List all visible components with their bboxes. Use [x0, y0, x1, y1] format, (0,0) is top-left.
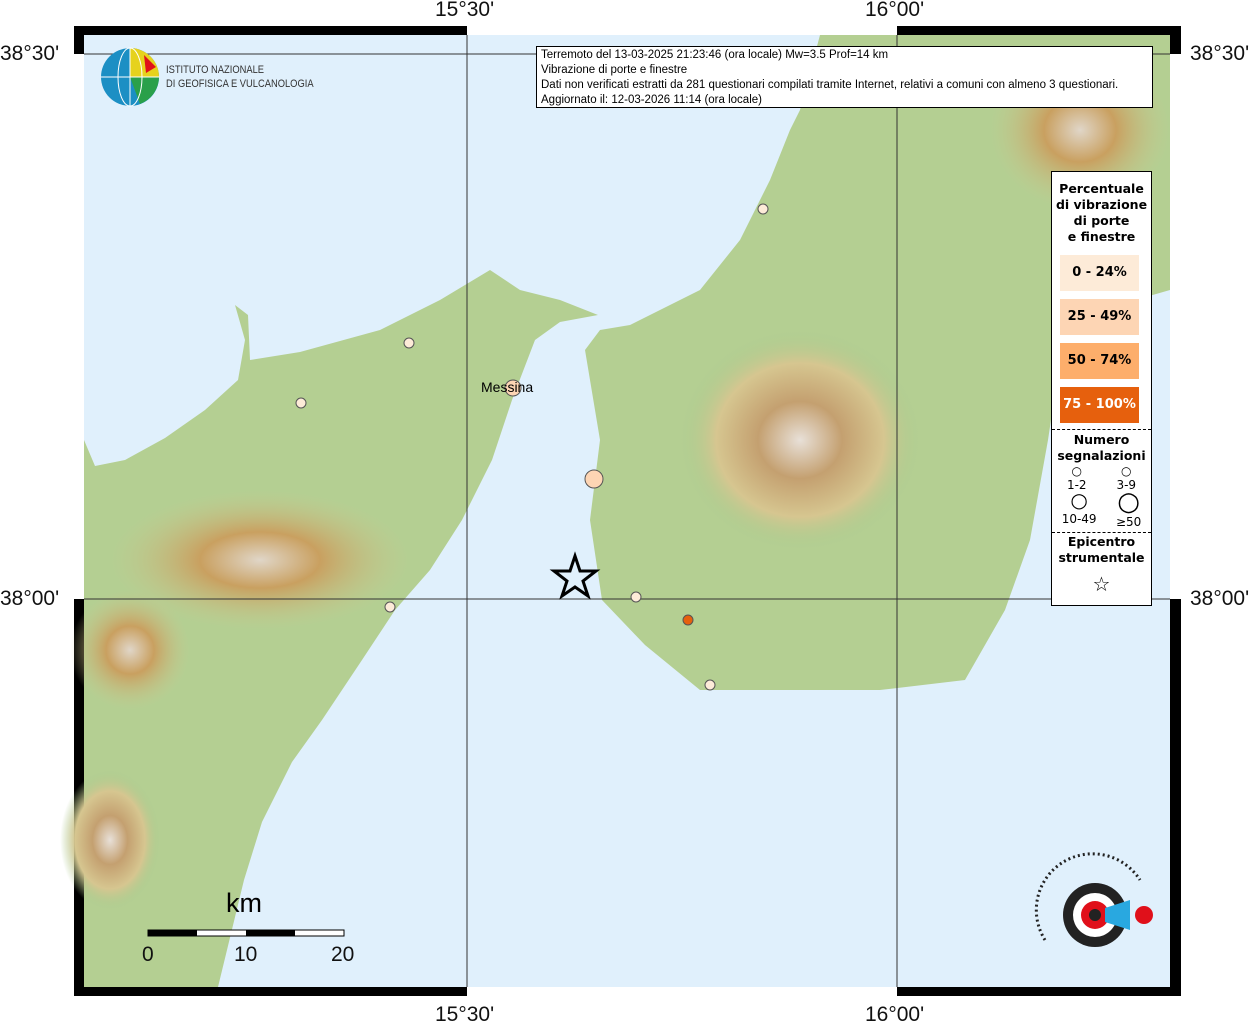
map-type-line: Vibrazione di porte e finestre: [541, 64, 688, 76]
lat-label-right: 38°00': [1190, 587, 1250, 610]
point: [403, 337, 415, 349]
point: [630, 591, 642, 603]
scale-tick: 20: [331, 943, 355, 966]
legend-class: 0 - 24%: [1060, 255, 1139, 291]
lon-label-top: 15°30': [435, 0, 495, 21]
ingv-logo: ISTITUTO NAZIONALE DI GEOFISICA E VULCANO…: [100, 47, 340, 107]
globe-icon: [101, 47, 159, 107]
scale-unit: km: [226, 888, 262, 918]
legend-class: 50 - 74%: [1060, 343, 1139, 379]
point: [384, 601, 396, 613]
lon-label-bottom: 16°00': [865, 1003, 925, 1024]
lat-label-right: 38°30': [1190, 42, 1250, 65]
point: [682, 614, 694, 626]
point: [704, 679, 716, 691]
intensity-map: 15°30' 16°00' 15°30' 16°00' 38°30' 38°00…: [0, 0, 1254, 1024]
point: [757, 203, 769, 215]
legend-class: 75 - 100%: [1060, 387, 1139, 423]
point: [295, 397, 307, 409]
lat-label-left: 38°00': [0, 587, 60, 610]
lon-label-top: 16°00': [865, 0, 925, 21]
point: [584, 469, 604, 489]
lon-label-bottom: 15°30': [435, 1003, 495, 1024]
scale-bar: [147, 929, 345, 937]
ingv-name-1: ISTITUTO NAZIONALE: [166, 64, 265, 76]
info-box: Terremoto del 13-03-2025 21:23:46 (ora l…: [536, 46, 1153, 108]
ingv-name-2: DI GEOFISICA E VULCANOLOGIA: [166, 78, 314, 90]
city-label-messina: Messina: [481, 379, 534, 395]
event-line: Terremoto del 13-03-2025 21:23:46 (ora l…: [541, 49, 889, 61]
lat-label-left: 38°30': [0, 42, 60, 65]
legend-class: 25 - 49%: [1060, 299, 1139, 335]
data-note-line: Dati non verificati estratti da 281 ques…: [541, 79, 1119, 91]
star-icon: ☆: [1092, 572, 1111, 596]
legend: Percentuale di vibrazione di porte e finest…: [1051, 171, 1152, 606]
scale-tick: 10: [234, 943, 258, 966]
updated-line: Aggiornato il: 12-03-2026 11:14 (ora loc…: [541, 94, 762, 106]
scale-tick: 0: [142, 943, 154, 966]
